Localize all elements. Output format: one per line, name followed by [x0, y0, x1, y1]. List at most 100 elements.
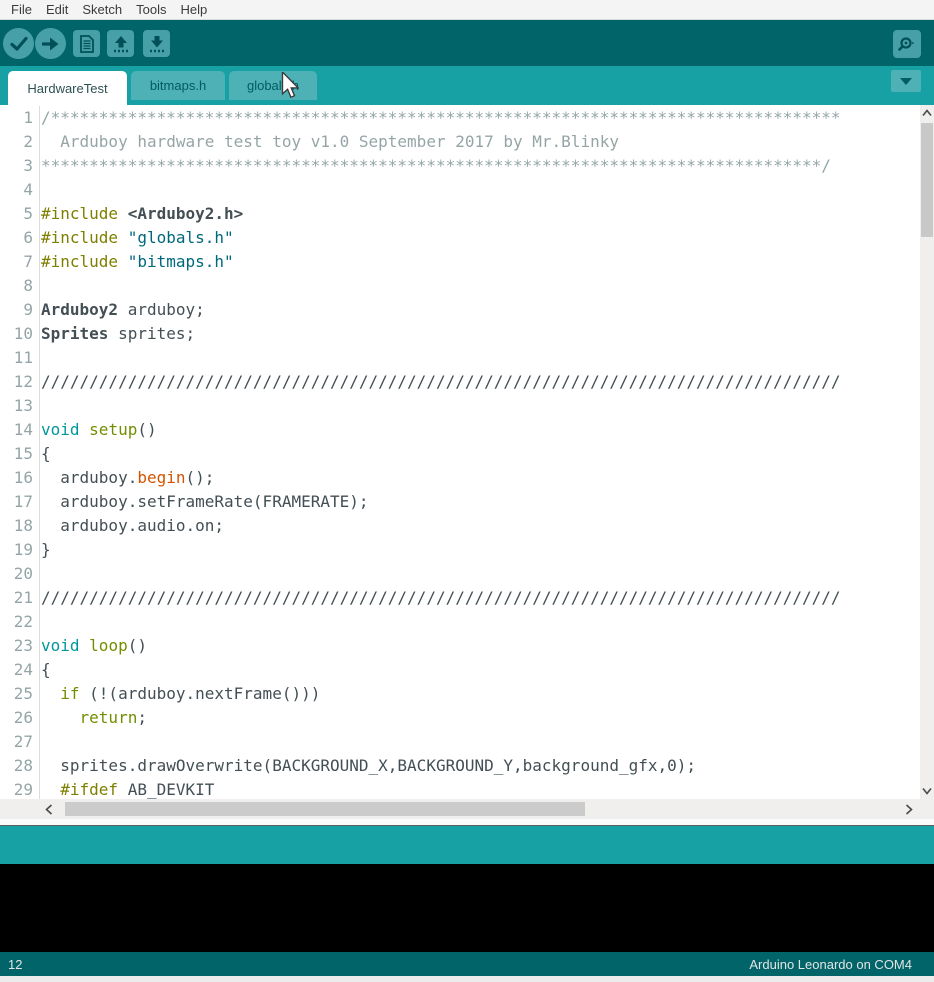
code-line	[41, 610, 920, 634]
line-number: 29	[0, 778, 39, 799]
tab-list-button[interactable]	[891, 70, 921, 92]
line-number: 18	[0, 514, 39, 538]
code-line: {	[41, 658, 920, 682]
code-line	[41, 730, 920, 754]
code-line	[41, 394, 920, 418]
scroll-up-icon[interactable]	[920, 107, 934, 119]
code-line: #include <Arduboy2.h>	[41, 202, 920, 226]
chevron-down-icon	[900, 78, 912, 85]
line-number: 13	[0, 394, 39, 418]
console-output	[0, 864, 934, 952]
line-number: 22	[0, 610, 39, 634]
board-port-label: Arduino Leonardo on COM4	[749, 957, 912, 972]
code-line: ////////////////////////////////////////…	[41, 586, 920, 610]
code-lines[interactable]: /***************************************…	[41, 106, 920, 799]
horizontal-scroll-thumb[interactable]	[65, 802, 585, 816]
current-line-indicator: 12	[8, 957, 22, 972]
magnifier-icon	[897, 34, 917, 54]
line-number: 20	[0, 562, 39, 586]
tab-hardwaretest[interactable]: HardwareTest	[8, 71, 127, 105]
menu-bar: File Edit Sketch Tools Help	[0, 0, 934, 20]
code-line	[41, 346, 920, 370]
tab-label: globals.h	[247, 78, 299, 93]
line-number: 5	[0, 202, 39, 226]
menu-sketch[interactable]: Sketch	[75, 0, 129, 20]
footer-status-bar: 12 Arduino Leonardo on COM4	[0, 952, 934, 976]
line-number: 12	[0, 370, 39, 394]
toolbar	[0, 20, 934, 66]
line-number: 25	[0, 682, 39, 706]
horizontal-scrollbar[interactable]	[0, 799, 934, 819]
code-editor: 1234567891011121314151617181920212223242…	[0, 105, 934, 799]
code-line: /***************************************…	[41, 106, 920, 130]
tab-globals-h[interactable]: globals.h	[229, 71, 317, 100]
upload-button[interactable]	[35, 28, 66, 59]
line-number: 9	[0, 298, 39, 322]
line-number: 15	[0, 442, 39, 466]
line-number: 14	[0, 418, 39, 442]
window-edge	[0, 976, 934, 982]
line-number: 7	[0, 250, 39, 274]
scroll-right-icon[interactable]	[902, 803, 916, 815]
code-line: ////////////////////////////////////////…	[41, 370, 920, 394]
code-line	[41, 562, 920, 586]
menu-tools[interactable]: Tools	[129, 0, 173, 20]
line-number: 27	[0, 730, 39, 754]
code-line: arduboy.audio.on;	[41, 514, 920, 538]
vertical-scrollbar[interactable]	[920, 105, 934, 799]
line-number: 10	[0, 322, 39, 346]
line-number: 21	[0, 586, 39, 610]
pane-divider[interactable]	[0, 819, 934, 826]
new-button[interactable]	[73, 30, 100, 57]
open-button[interactable]	[107, 30, 134, 57]
code-line: }	[41, 538, 920, 562]
line-number: 26	[0, 706, 39, 730]
code-line: return;	[41, 706, 920, 730]
serial-monitor-button[interactable]	[893, 30, 921, 58]
tab-label: bitmaps.h	[150, 78, 206, 93]
tab-label: HardwareTest	[27, 81, 107, 96]
check-icon	[10, 36, 28, 52]
scroll-down-icon[interactable]	[920, 785, 934, 797]
code-line	[41, 178, 920, 202]
line-number: 19	[0, 538, 39, 562]
vertical-scroll-thumb[interactable]	[921, 123, 933, 237]
code-line: {	[41, 442, 920, 466]
line-number: 23	[0, 634, 39, 658]
arrow-right-icon	[42, 36, 60, 52]
menu-file[interactable]: File	[4, 0, 39, 20]
save-button[interactable]	[143, 30, 170, 57]
tab-bar: HardwareTest bitmaps.h globals.h	[0, 66, 934, 105]
line-number: 3	[0, 154, 39, 178]
gutter: 1234567891011121314151617181920212223242…	[0, 106, 40, 799]
verify-button[interactable]	[3, 28, 34, 59]
line-number: 17	[0, 490, 39, 514]
code-line	[41, 274, 920, 298]
code-line: arduboy.begin();	[41, 466, 920, 490]
scroll-left-icon[interactable]	[42, 803, 56, 815]
tab-bitmaps-h[interactable]: bitmaps.h	[131, 71, 225, 100]
code-line: Arduboy2 arduboy;	[41, 298, 920, 322]
line-number: 28	[0, 754, 39, 778]
line-number: 8	[0, 274, 39, 298]
code-line: arduboy.setFrameRate(FRAMERATE);	[41, 490, 920, 514]
document-icon	[79, 35, 95, 53]
line-number: 6	[0, 226, 39, 250]
code-line: #include "globals.h"	[41, 226, 920, 250]
status-message-bar	[0, 826, 934, 864]
line-number: 4	[0, 178, 39, 202]
line-number: 1	[0, 106, 39, 130]
code-line: Arduboy hardware test toy v1.0 September…	[41, 130, 920, 154]
code-line: #include "bitmaps.h"	[41, 250, 920, 274]
code-line: void loop()	[41, 634, 920, 658]
code-line: sprites.drawOverwrite(BACKGROUND_X,BACKG…	[41, 754, 920, 778]
arrow-down-tray-icon	[148, 35, 166, 53]
code-line: Sprites sprites;	[41, 322, 920, 346]
code-line: ****************************************…	[41, 154, 920, 178]
menu-help[interactable]: Help	[173, 0, 214, 20]
line-number: 11	[0, 346, 39, 370]
code-line: #ifdef AB_DEVKIT	[41, 778, 920, 799]
line-number: 2	[0, 130, 39, 154]
menu-edit[interactable]: Edit	[39, 0, 75, 20]
line-number: 16	[0, 466, 39, 490]
